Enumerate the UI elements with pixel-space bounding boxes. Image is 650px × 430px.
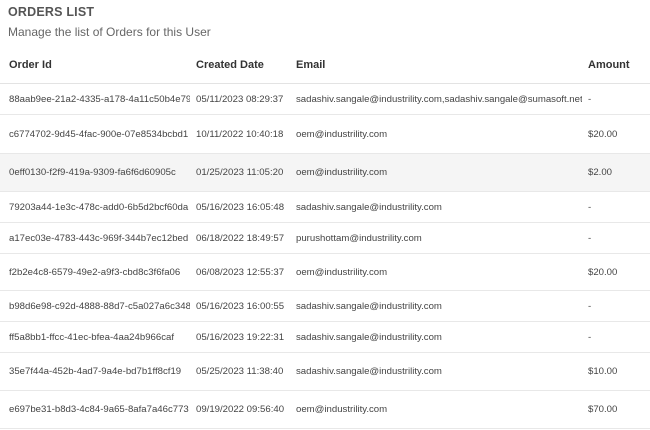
table-row[interactable]: 79203a44-1e3c-478c-add0-6b5d2bcf60da 05/… (0, 191, 650, 223)
table-row[interactable]: c6774702-9d45-4fac-900e-07e8534bcbd1 10/… (0, 114, 650, 154)
table-row[interactable]: f2b2e4c8-6579-49e2-a9f3-cbd8c3f6fa06 06/… (0, 253, 650, 291)
cell-order-id: 79203a44-1e3c-478c-add0-6b5d2bcf60da (0, 191, 190, 223)
table-row[interactable]: 88aab9ee-21a2-4335-a178-4a11c50b4e79 05/… (0, 83, 650, 115)
cell-order-id: c6774702-9d45-4fac-900e-07e8534bcbd1 (0, 114, 190, 154)
cell-created-date: 05/16/2023 19:22:31 (190, 321, 287, 353)
cell-email: sadashiv.sangale@industrility.com,sadash… (287, 83, 582, 115)
cell-created-date: 10/11/2022 10:40:18 (190, 114, 287, 154)
cell-email: oem@industrility.com (287, 390, 582, 429)
orders-header: ORDERS LIST Manage the list of Orders fo… (8, 5, 648, 39)
orders-table: Order Id Created Date Email Amount 88aab… (0, 47, 650, 429)
cell-amount: - (582, 290, 650, 322)
cell-amount: - (582, 83, 650, 115)
cell-created-date: 06/18/2022 18:49:57 (190, 222, 287, 254)
column-header-amount[interactable]: Amount (582, 47, 650, 84)
column-header-created-date[interactable]: Created Date (190, 47, 287, 84)
cell-order-id: f2b2e4c8-6579-49e2-a9f3-cbd8c3f6fa06 (0, 253, 190, 291)
table-row[interactable]: ff5a8bb1-ffcc-41ec-bfea-4aa24b966caf 05/… (0, 321, 650, 353)
cell-email: sadashiv.sangale@industrility.com (287, 191, 582, 223)
cell-created-date: 05/11/2023 08:29:37 (190, 83, 287, 115)
cell-created-date: 09/19/2022 09:56:40 (190, 390, 287, 429)
cell-email: oem@industrility.com (287, 253, 582, 291)
cell-order-id: 0eff0130-f2f9-419a-9309-fa6f6d60905c (0, 153, 190, 192)
column-header-email[interactable]: Email (287, 47, 582, 84)
cell-order-id: e697be31-b8d3-4c84-9a65-8afa7a46c773 (0, 390, 190, 429)
cell-amount: $20.00 (582, 253, 650, 291)
cell-created-date: 01/25/2023 11:05:20 (190, 153, 287, 192)
cell-order-id: 88aab9ee-21a2-4335-a178-4a11c50b4e79 (0, 83, 190, 115)
cell-amount: $20.00 (582, 114, 650, 154)
table-row[interactable]: a17ec03e-4783-443c-969f-344b7ec12bed 06/… (0, 222, 650, 254)
table-row[interactable]: 35e7f44a-452b-4ad7-9a4e-bd7b1ff8cf19 05/… (0, 352, 650, 391)
cell-created-date: 05/25/2023 11:38:40 (190, 352, 287, 391)
cell-created-date: 06/08/2023 12:55:37 (190, 253, 287, 291)
page-subtitle: Manage the list of Orders for this User (8, 25, 211, 39)
table-row[interactable]: e697be31-b8d3-4c84-9a65-8afa7a46c773 09/… (0, 390, 650, 429)
cell-order-id: 35e7f44a-452b-4ad7-9a4e-bd7b1ff8cf19 (0, 352, 190, 391)
table-header-row: Order Id Created Date Email Amount (0, 47, 650, 84)
table-row[interactable]: b98d6e98-c92d-4888-88d7-c5a027a6c348 05/… (0, 290, 650, 322)
cell-email: oem@industrility.com (287, 153, 582, 192)
cell-amount: $2.00 (582, 153, 650, 192)
cell-email: oem@industrility.com (287, 114, 582, 154)
cell-amount: $70.00 (582, 390, 650, 429)
orders-page: ORDERS LIST Manage the list of Orders fo… (0, 0, 650, 430)
cell-email: sadashiv.sangale@industrility.com (287, 321, 582, 353)
page-title: ORDERS LIST (8, 5, 95, 19)
cell-amount: - (582, 321, 650, 353)
cell-email: purushottam@industrility.com (287, 222, 582, 254)
cell-order-id: b98d6e98-c92d-4888-88d7-c5a027a6c348 (0, 290, 190, 322)
cell-order-id: a17ec03e-4783-443c-969f-344b7ec12bed (0, 222, 190, 254)
cell-amount: - (582, 222, 650, 254)
cell-order-id: ff5a8bb1-ffcc-41ec-bfea-4aa24b966caf (0, 321, 190, 353)
table-row[interactable]: 0eff0130-f2f9-419a-9309-fa6f6d60905c 01/… (0, 153, 650, 192)
cell-created-date: 05/16/2023 16:05:48 (190, 191, 287, 223)
cell-amount: - (582, 191, 650, 223)
cell-created-date: 05/16/2023 16:00:55 (190, 290, 287, 322)
cell-amount: $10.00 (582, 352, 650, 391)
cell-email: sadashiv.sangale@industrility.com (287, 290, 582, 322)
cell-email: sadashiv.sangale@industrility.com (287, 352, 582, 391)
column-header-order-id[interactable]: Order Id (0, 47, 190, 84)
